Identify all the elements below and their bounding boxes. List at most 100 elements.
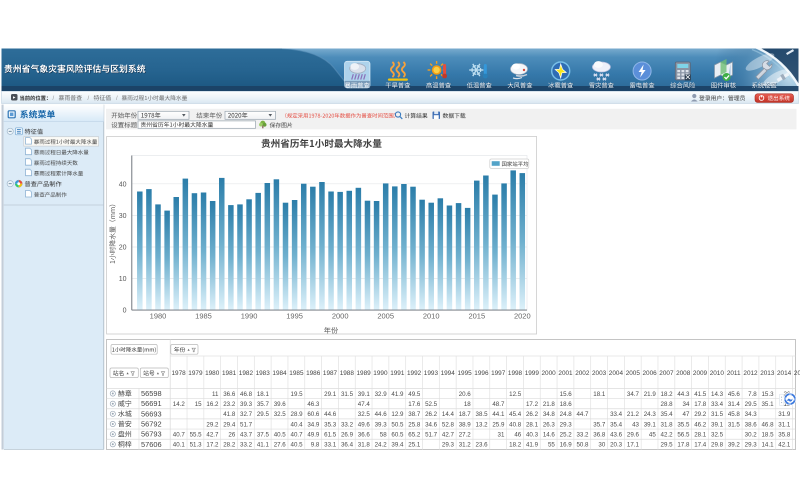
svg-text:2011: 2011 — [727, 370, 741, 377]
svg-text:47: 47 — [683, 411, 690, 418]
svg-text:18.5: 18.5 — [761, 432, 774, 439]
svg-text:41.1: 41.1 — [257, 442, 270, 449]
svg-text:1988: 1988 — [340, 370, 355, 377]
svg-text:51.7: 51.7 — [425, 432, 438, 439]
svg-text:1999: 1999 — [525, 370, 540, 377]
svg-text:7.8: 7.8 — [748, 391, 757, 398]
svg-text:35.4: 35.4 — [610, 421, 623, 428]
svg-text:2015: 2015 — [794, 370, 800, 377]
svg-text:38.5: 38.5 — [476, 411, 489, 418]
svg-text:44.7: 44.7 — [576, 411, 589, 418]
svg-text:33.2: 33.2 — [240, 442, 253, 449]
svg-text:1982: 1982 — [239, 370, 254, 377]
svg-text:14.3: 14.3 — [711, 391, 724, 398]
svg-text:28.9: 28.9 — [291, 411, 304, 418]
svg-text:2004: 2004 — [609, 370, 624, 377]
svg-text:42.1: 42.1 — [778, 442, 791, 449]
svg-text:29.2: 29.2 — [206, 421, 219, 428]
svg-text:30: 30 — [119, 213, 127, 220]
svg-text:31.8: 31.8 — [661, 421, 674, 428]
svg-text:10: 10 — [119, 276, 127, 283]
svg-text:45.8: 45.8 — [728, 411, 741, 418]
svg-text:34.7: 34.7 — [627, 391, 640, 398]
svg-text:29.5: 29.5 — [661, 442, 674, 449]
svg-text:15.3: 15.3 — [761, 391, 774, 398]
svg-text:2006: 2006 — [642, 370, 657, 377]
svg-text:33.4: 33.4 — [711, 401, 724, 408]
svg-text:29.3: 29.3 — [442, 442, 455, 449]
svg-text:18.1: 18.1 — [593, 391, 606, 398]
svg-text:17.8: 17.8 — [677, 442, 690, 449]
svg-text:46.2: 46.2 — [694, 421, 707, 428]
svg-text:44.1: 44.1 — [492, 411, 505, 418]
svg-text:50.8: 50.8 — [576, 442, 589, 449]
svg-text:56691: 56691 — [141, 399, 162, 408]
svg-text:23.6: 23.6 — [476, 442, 489, 449]
svg-text:35.7: 35.7 — [257, 401, 270, 408]
svg-text:39.3: 39.3 — [240, 401, 253, 408]
svg-text:17.1: 17.1 — [627, 442, 640, 449]
svg-text:18.6: 18.6 — [560, 401, 573, 408]
svg-text:15.6: 15.6 — [560, 391, 573, 398]
svg-text:20.6: 20.6 — [459, 391, 472, 398]
svg-text:31.9: 31.9 — [778, 411, 791, 418]
svg-text:21.8: 21.8 — [543, 401, 556, 408]
svg-text:31.8: 31.8 — [358, 442, 371, 449]
svg-text:2020: 2020 — [514, 312, 531, 321]
svg-text:2013: 2013 — [760, 370, 775, 377]
svg-text:40.7: 40.7 — [173, 432, 186, 439]
svg-text:2001: 2001 — [558, 370, 573, 377]
svg-text:1989: 1989 — [356, 370, 371, 377]
svg-text:31.5: 31.5 — [341, 391, 354, 398]
svg-text:38.7: 38.7 — [408, 411, 421, 418]
svg-text:44.3: 44.3 — [677, 391, 690, 398]
svg-text:40.7: 40.7 — [291, 432, 304, 439]
svg-text:2005: 2005 — [377, 312, 394, 321]
svg-text:35.4: 35.4 — [661, 411, 674, 418]
svg-text:30.2: 30.2 — [745, 432, 758, 439]
svg-text:31: 31 — [498, 432, 505, 439]
svg-text:2000: 2000 — [541, 370, 556, 377]
svg-text:39.1: 39.1 — [644, 421, 657, 428]
svg-text:42.7: 42.7 — [206, 432, 219, 439]
svg-text:40.5: 40.5 — [274, 432, 287, 439]
svg-text:31.1: 31.1 — [778, 421, 791, 428]
svg-text:39.6: 39.6 — [274, 401, 287, 408]
svg-text:21.2: 21.2 — [627, 411, 640, 418]
svg-text:40.5: 40.5 — [291, 442, 304, 449]
svg-text:2000: 2000 — [332, 312, 349, 321]
svg-text:60.5: 60.5 — [391, 432, 404, 439]
svg-text:48.7: 48.7 — [492, 401, 505, 408]
svg-text:18.2: 18.2 — [661, 391, 674, 398]
svg-text:55: 55 — [548, 442, 555, 449]
svg-text:47.4: 47.4 — [358, 401, 371, 408]
svg-text:13.2: 13.2 — [476, 421, 489, 428]
svg-text:33.1: 33.1 — [324, 442, 337, 449]
svg-text:60.6: 60.6 — [307, 411, 320, 418]
svg-text:1986: 1986 — [306, 370, 321, 377]
svg-text:27.2: 27.2 — [459, 432, 472, 439]
svg-text:58: 58 — [380, 432, 387, 439]
svg-text:52.8: 52.8 — [442, 421, 455, 428]
svg-text:2003: 2003 — [592, 370, 607, 377]
svg-text:35.8: 35.8 — [778, 432, 791, 439]
svg-text:35.3: 35.3 — [324, 421, 337, 428]
svg-text:28.1: 28.1 — [694, 432, 707, 439]
svg-text:65.2: 65.2 — [408, 432, 421, 439]
svg-text:24.3: 24.3 — [644, 411, 657, 418]
svg-text:43: 43 — [632, 421, 639, 428]
svg-text:56598: 56598 — [141, 389, 162, 398]
svg-text:1994: 1994 — [441, 370, 456, 377]
svg-text:14.6: 14.6 — [543, 432, 556, 439]
svg-text:2010: 2010 — [710, 370, 725, 377]
svg-text:2010: 2010 — [423, 312, 440, 321]
svg-text:32.9: 32.9 — [375, 391, 388, 398]
svg-text:55.5: 55.5 — [190, 432, 203, 439]
svg-text:46.8: 46.8 — [240, 391, 253, 398]
svg-text:45: 45 — [649, 432, 656, 439]
svg-text:25.8: 25.8 — [408, 421, 421, 428]
svg-text:34.8: 34.8 — [543, 411, 556, 418]
svg-text:30: 30 — [598, 442, 605, 449]
svg-text:36.8: 36.8 — [593, 432, 606, 439]
svg-text:28.8: 28.8 — [661, 401, 674, 408]
